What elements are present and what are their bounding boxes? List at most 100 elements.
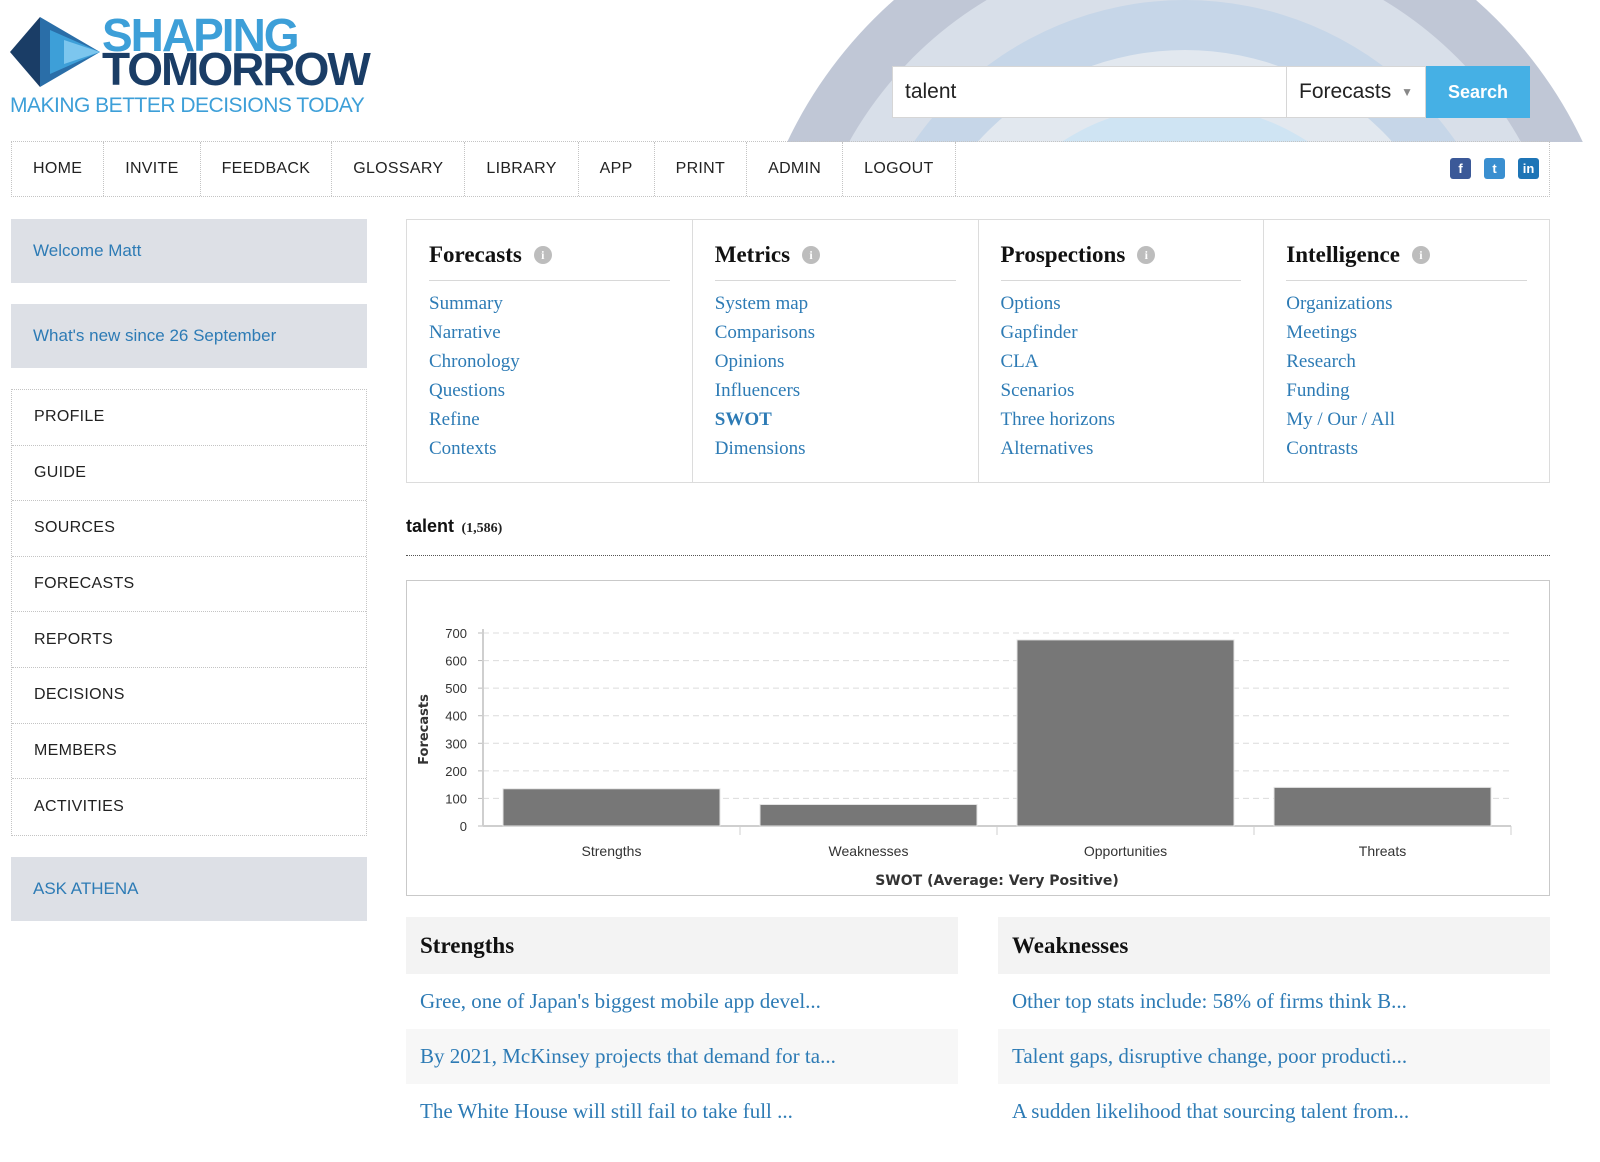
category-header: Metrics i [714, 242, 956, 281]
logo-tagline: MAKING BETTER DECISIONS TODAY [10, 94, 365, 117]
x-tick-label: Opportunities [1084, 843, 1167, 859]
panel-item-link[interactable]: Talent gaps, disruptive change, poor pro… [998, 1029, 1550, 1084]
category-link[interactable]: Alternatives [1001, 434, 1242, 463]
category-link[interactable]: Opinions [715, 347, 956, 376]
social-links: f t in [1450, 158, 1539, 179]
category-link[interactable]: Funding [1286, 376, 1527, 405]
panel-item-link[interactable]: A sudden likelihood that sourcing talent… [998, 1084, 1550, 1139]
sidebar-item-sources[interactable]: SOURCES [12, 501, 366, 557]
welcome-box[interactable]: Welcome Matt [11, 219, 367, 283]
bar-opportunities [1016, 639, 1235, 827]
info-icon[interactable]: i [533, 246, 552, 264]
category-link[interactable]: Organizations [1286, 289, 1527, 318]
sidebar: Welcome Matt What's new since 26 Septemb… [11, 219, 367, 921]
y-tick-label: 700 [445, 626, 467, 641]
nav-app[interactable]: APP [579, 142, 655, 196]
category-link[interactable]: Contrasts [1286, 434, 1527, 463]
swot-chart-svg: 0 100 200 300 400 500 600 700 Strengths Weaknesse… [417, 626, 1512, 889]
category-link[interactable]: CLA [1001, 347, 1242, 376]
category-prospections: Prospections i Options Gapfinder CLA Sce… [979, 220, 1265, 482]
whats-new-box[interactable]: What's new since 26 September [11, 304, 367, 368]
info-icon[interactable]: i [1411, 246, 1430, 264]
x-tick-label: Weaknesses [829, 843, 909, 859]
nav-admin[interactable]: ADMIN [747, 142, 844, 196]
logo-text-tomorrow: TOMORROW [102, 43, 371, 95]
category-title[interactable]: Forecasts [429, 242, 522, 268]
category-link[interactable]: Influencers [715, 376, 956, 405]
weaknesses-panel: Weaknesses Other top stats include: 58% … [998, 917, 1550, 1139]
category-header: Intelligence i [1286, 242, 1527, 281]
category-link[interactable]: Questions [429, 376, 670, 405]
category-link[interactable]: Three horizons [1001, 405, 1242, 434]
panel-item-link[interactable]: The White House will still fail to take … [406, 1084, 958, 1139]
result-heading: talent (1,586) [406, 516, 1550, 556]
category-title[interactable]: Prospections [1001, 242, 1126, 268]
category-link[interactable]: System map [715, 289, 956, 318]
bar-strengths [502, 788, 721, 827]
category-link[interactable]: Comparisons [715, 318, 956, 347]
category-title[interactable]: Metrics [715, 242, 790, 268]
sidebar-item-guide[interactable]: GUIDE [12, 446, 366, 502]
header: SHAPING TOMORROW MAKING BETTER DECISIONS… [0, 0, 1600, 142]
category-title[interactable]: Intelligence [1286, 242, 1400, 268]
category-metrics: Metrics i System map Comparisons Opinion… [693, 220, 979, 482]
nav-library[interactable]: LIBRARY [465, 142, 579, 196]
y-axis-title: Forecasts [417, 694, 432, 765]
category-link[interactable]: Narrative [429, 318, 670, 347]
result-term: talent [406, 516, 455, 536]
info-icon[interactable]: i [802, 246, 821, 264]
nav-glossary[interactable]: GLOSSARY [332, 142, 466, 196]
category-forecasts: Forecasts i Summary Narrative Chronology… [407, 220, 693, 482]
twitter-icon[interactable]: t [1484, 158, 1505, 179]
category-link[interactable]: Refine [429, 405, 670, 434]
category-link[interactable]: Chronology [429, 347, 670, 376]
nav-invite[interactable]: INVITE [104, 142, 201, 196]
category-link[interactable]: Summary [429, 289, 670, 318]
panel-item-link[interactable]: Other top stats include: 58% of firms th… [998, 974, 1550, 1029]
category-link-active[interactable]: SWOT [715, 405, 956, 434]
ask-athena-box[interactable]: ASK ATHENA [11, 856, 367, 921]
category-link[interactable]: Scenarios [1001, 376, 1242, 405]
sidebar-item-members[interactable]: MEMBERS [12, 724, 366, 780]
x-tick-label: Strengths [582, 843, 642, 859]
search-scope-select[interactable]: Forecasts ▼ [1286, 66, 1426, 118]
site-logo[interactable]: SHAPING TOMORROW MAKING BETTER DECISIONS… [10, 10, 390, 120]
category-link[interactable]: Gapfinder [1001, 318, 1242, 347]
category-link[interactable]: Research [1286, 347, 1527, 376]
nav-feedback[interactable]: FEEDBACK [201, 142, 333, 196]
category-link[interactable]: Dimensions [715, 434, 956, 463]
category-header: Prospections i [1000, 242, 1242, 281]
main-nav: HOME INVITE FEEDBACK GLOSSARY LIBRARY AP… [11, 141, 1550, 197]
logo-mark-icon [10, 17, 100, 87]
y-tick-label: 400 [445, 709, 467, 724]
x-axis-title: SWOT (Average: Very Positive) [875, 873, 1119, 889]
nav-logout[interactable]: LOGOUT [843, 142, 956, 196]
sidebar-item-forecasts[interactable]: FORECASTS [12, 557, 366, 613]
sidebar-item-activities[interactable]: ACTIVITIES [12, 779, 366, 835]
panel-title: Strengths [406, 917, 958, 974]
sidebar-item-profile[interactable]: PROFILE [12, 390, 366, 446]
category-panel: Forecasts i Summary Narrative Chronology… [406, 219, 1550, 483]
y-tick-label: 100 [445, 791, 467, 806]
y-tick-label: 500 [445, 681, 467, 696]
panel-item-link[interactable]: By 2021, McKinsey projects that demand f… [406, 1029, 958, 1084]
facebook-icon[interactable]: f [1450, 158, 1471, 179]
y-tick-label: 200 [445, 764, 467, 779]
bar-weaknesses [759, 803, 978, 827]
nav-print[interactable]: PRINT [655, 142, 748, 196]
category-intelligence: Intelligence i Organizations Meetings Re… [1264, 220, 1549, 482]
search-input[interactable] [892, 66, 1286, 118]
y-tick-label: 0 [460, 819, 467, 834]
nav-home[interactable]: HOME [12, 142, 105, 196]
sidebar-item-reports[interactable]: REPORTS [12, 612, 366, 668]
category-link[interactable]: Meetings [1286, 318, 1527, 347]
info-icon[interactable]: i [1137, 246, 1156, 264]
category-link-my-our-all[interactable]: My / Our / All [1286, 405, 1527, 434]
linkedin-icon[interactable]: in [1518, 158, 1539, 179]
sidebar-item-decisions[interactable]: DECISIONS [12, 668, 366, 724]
category-link[interactable]: Contexts [429, 434, 670, 463]
search-button[interactable]: Search [1426, 66, 1530, 118]
x-tick-label: Threats [1359, 843, 1406, 859]
panel-item-link[interactable]: Gree, one of Japan's biggest mobile app … [406, 974, 958, 1029]
category-link[interactable]: Options [1001, 289, 1242, 318]
